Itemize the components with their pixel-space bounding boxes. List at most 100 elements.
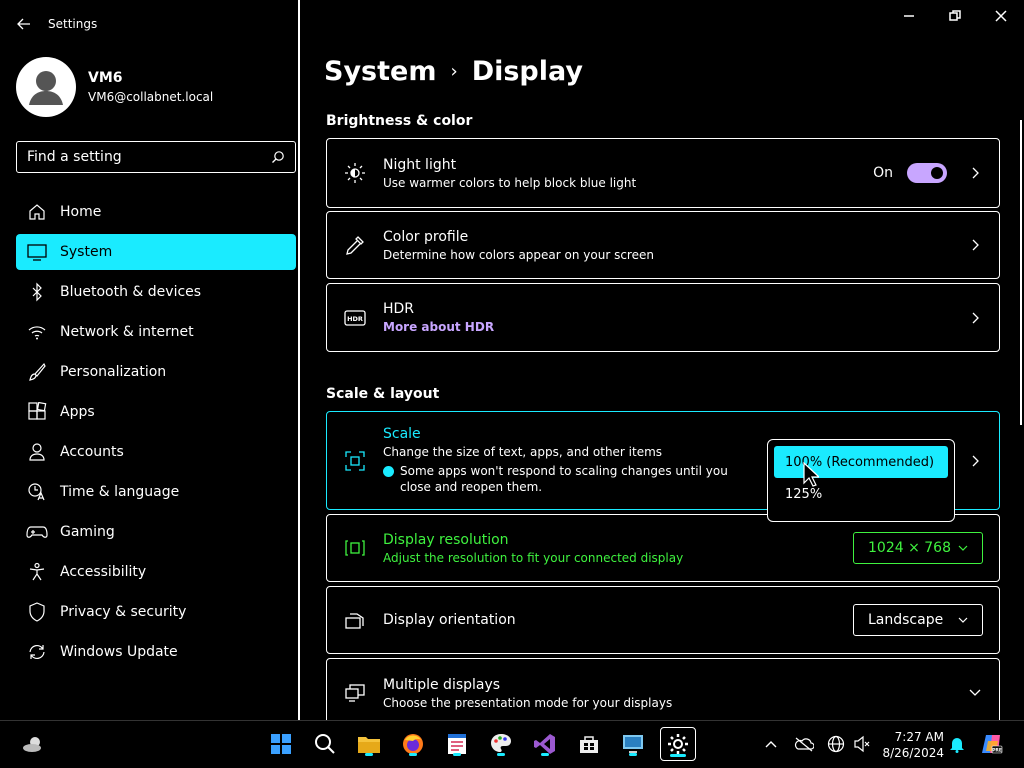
orientation-dropdown[interactable]: Landscape [853, 604, 983, 636]
minimize-button[interactable] [886, 0, 932, 32]
notepad-app-icon[interactable] [442, 729, 472, 759]
scale-dropdown-menu: 100% (Recommended) 125% [767, 439, 955, 522]
running-indicator [365, 753, 373, 756]
sidebar-item-apps[interactable]: Apps [16, 394, 296, 430]
scrollbar[interactable] [1020, 120, 1022, 425]
brightness-icon [327, 162, 383, 184]
file-explorer-icon[interactable] [354, 729, 384, 759]
paint-icon[interactable] [486, 729, 516, 759]
sidebar-item-label: Personalization [60, 364, 167, 380]
gamepad-icon [26, 521, 48, 543]
svg-text:PRE: PRE [992, 748, 1002, 754]
display-resolution-card[interactable]: Display resolution Adjust the resolution… [326, 514, 1000, 582]
sidebar-item-network[interactable]: Network & internet [16, 314, 296, 350]
night-light-card[interactable]: Night light Use warmer colors to help bl… [326, 138, 1000, 208]
shield-icon [26, 601, 48, 623]
monitor-icon [26, 241, 48, 263]
notification-bell-icon[interactable] [946, 729, 968, 759]
update-icon [26, 641, 48, 663]
network-globe-icon[interactable] [824, 729, 848, 759]
chevron-right-icon[interactable] [951, 167, 999, 179]
chevron-down-icon[interactable] [951, 689, 999, 697]
weather-widget-icon[interactable] [18, 729, 48, 759]
sidebar-item-label: Accounts [60, 444, 124, 460]
sidebar-item-home[interactable]: Home [16, 194, 296, 230]
clock-language-icon [26, 481, 48, 503]
show-hidden-icons-chevron-icon[interactable] [760, 729, 782, 759]
clock-date: 8/26/2024 [882, 746, 944, 760]
firefox-icon[interactable] [398, 729, 428, 759]
sidebar-item-label: Bluetooth & devices [60, 284, 202, 300]
avatar [16, 57, 76, 117]
sidebar-item-accessibility[interactable]: Accessibility [16, 554, 296, 590]
section-scale-title: Scale & layout [326, 386, 440, 402]
microsoft-store-icon[interactable] [574, 729, 604, 759]
user-profile[interactable]: VM6 VM6@collabnet.local [16, 57, 213, 117]
back-button[interactable] [0, 0, 48, 48]
sidebar-item-label: Home [60, 204, 102, 220]
copilot-icon[interactable]: PRE [978, 729, 1006, 759]
brush-icon [26, 361, 48, 383]
window-controls [886, 0, 1024, 32]
taskbar-search-icon[interactable] [310, 729, 340, 759]
night-light-title: Night light [383, 156, 457, 173]
resolution-dropdown[interactable]: 1024 × 768 [853, 532, 983, 564]
night-light-toggle[interactable] [907, 163, 947, 183]
running-indicator [541, 753, 549, 756]
sidebar-item-gaming[interactable]: Gaming [16, 514, 296, 550]
restore-button[interactable] [932, 0, 978, 32]
search-icon[interactable] [271, 150, 285, 164]
sidebar-item-bluetooth[interactable]: Bluetooth & devices [16, 274, 296, 310]
chevron-right-icon[interactable] [951, 312, 999, 324]
settings-app-icon[interactable] [660, 727, 696, 761]
sidebar-item-windows-update[interactable]: Windows Update [16, 634, 296, 670]
restore-icon [949, 10, 961, 21]
sidebar-item-accounts[interactable]: Accounts [16, 434, 296, 470]
bluetooth-icon [26, 281, 48, 303]
info-icon [383, 466, 394, 477]
running-indicator [453, 753, 461, 756]
close-button[interactable] [978, 0, 1024, 32]
chevron-right-icon[interactable] [951, 455, 999, 467]
multiple-displays-card[interactable]: Multiple displays Choose the presentatio… [326, 658, 1000, 720]
multiple-displays-desc: Choose the presentation mode for your di… [383, 695, 673, 710]
person-icon [26, 441, 48, 463]
main-content: System › Display Brightness & color Nigh… [302, 0, 1024, 720]
scale-option-125[interactable]: 125% [774, 478, 948, 510]
hdr-title: HDR [383, 301, 415, 317]
chevron-right-icon[interactable] [951, 239, 999, 251]
resolution-value: 1024 × 768 [868, 540, 951, 556]
visual-studio-icon[interactable] [530, 729, 560, 759]
remote-desktop-icon[interactable] [618, 729, 648, 759]
color-profile-card[interactable]: Color profile Determine how colors appea… [326, 211, 1000, 279]
breadcrumb-parent[interactable]: System [324, 56, 436, 87]
multiple-displays-title: Multiple displays [383, 676, 501, 693]
search-input[interactable] [27, 149, 271, 165]
section-brightness-title: Brightness & color [326, 113, 473, 129]
start-menu-icon[interactable] [266, 729, 296, 759]
color-profile-desc: Determine how colors appear on your scre… [383, 247, 654, 262]
orientation-value: Landscape [868, 612, 944, 628]
profile-email: VM6@collabnet.local [88, 90, 214, 104]
system-clock[interactable]: 7:27 AM 8/26/2024 [882, 729, 944, 761]
sidebar-item-label: Privacy & security [60, 604, 187, 620]
night-light-desc: Use warmer colors to help block blue lig… [383, 175, 637, 190]
onedrive-offline-icon[interactable] [792, 729, 816, 759]
sidebar-item-label: Apps [60, 404, 95, 420]
night-light-state: On [873, 165, 893, 181]
hdr-link[interactable]: More about HDR [383, 320, 951, 334]
hdr-card[interactable]: HDR HDR More about HDR [326, 283, 1000, 352]
display-orientation-title: Display orientation [383, 612, 516, 628]
scale-option-100[interactable]: 100% (Recommended) [774, 446, 948, 478]
sidebar-item-time-language[interactable]: Time & language [16, 474, 296, 510]
sidebar-item-system[interactable]: System [16, 234, 296, 270]
page-title: Display [471, 56, 583, 87]
sidebar-item-privacy[interactable]: Privacy & security [16, 594, 296, 630]
sidebar-item-label: Network & internet [60, 324, 194, 340]
sidebar-item-personalization[interactable]: Personalization [16, 354, 296, 390]
wifi-icon [26, 321, 48, 343]
display-orientation-card[interactable]: Display orientation Landscape [326, 586, 1000, 654]
search-box[interactable] [16, 141, 296, 173]
volume-muted-icon[interactable] [850, 729, 874, 759]
taskbar: 7:27 AM 8/26/2024 PRE [0, 720, 1024, 768]
